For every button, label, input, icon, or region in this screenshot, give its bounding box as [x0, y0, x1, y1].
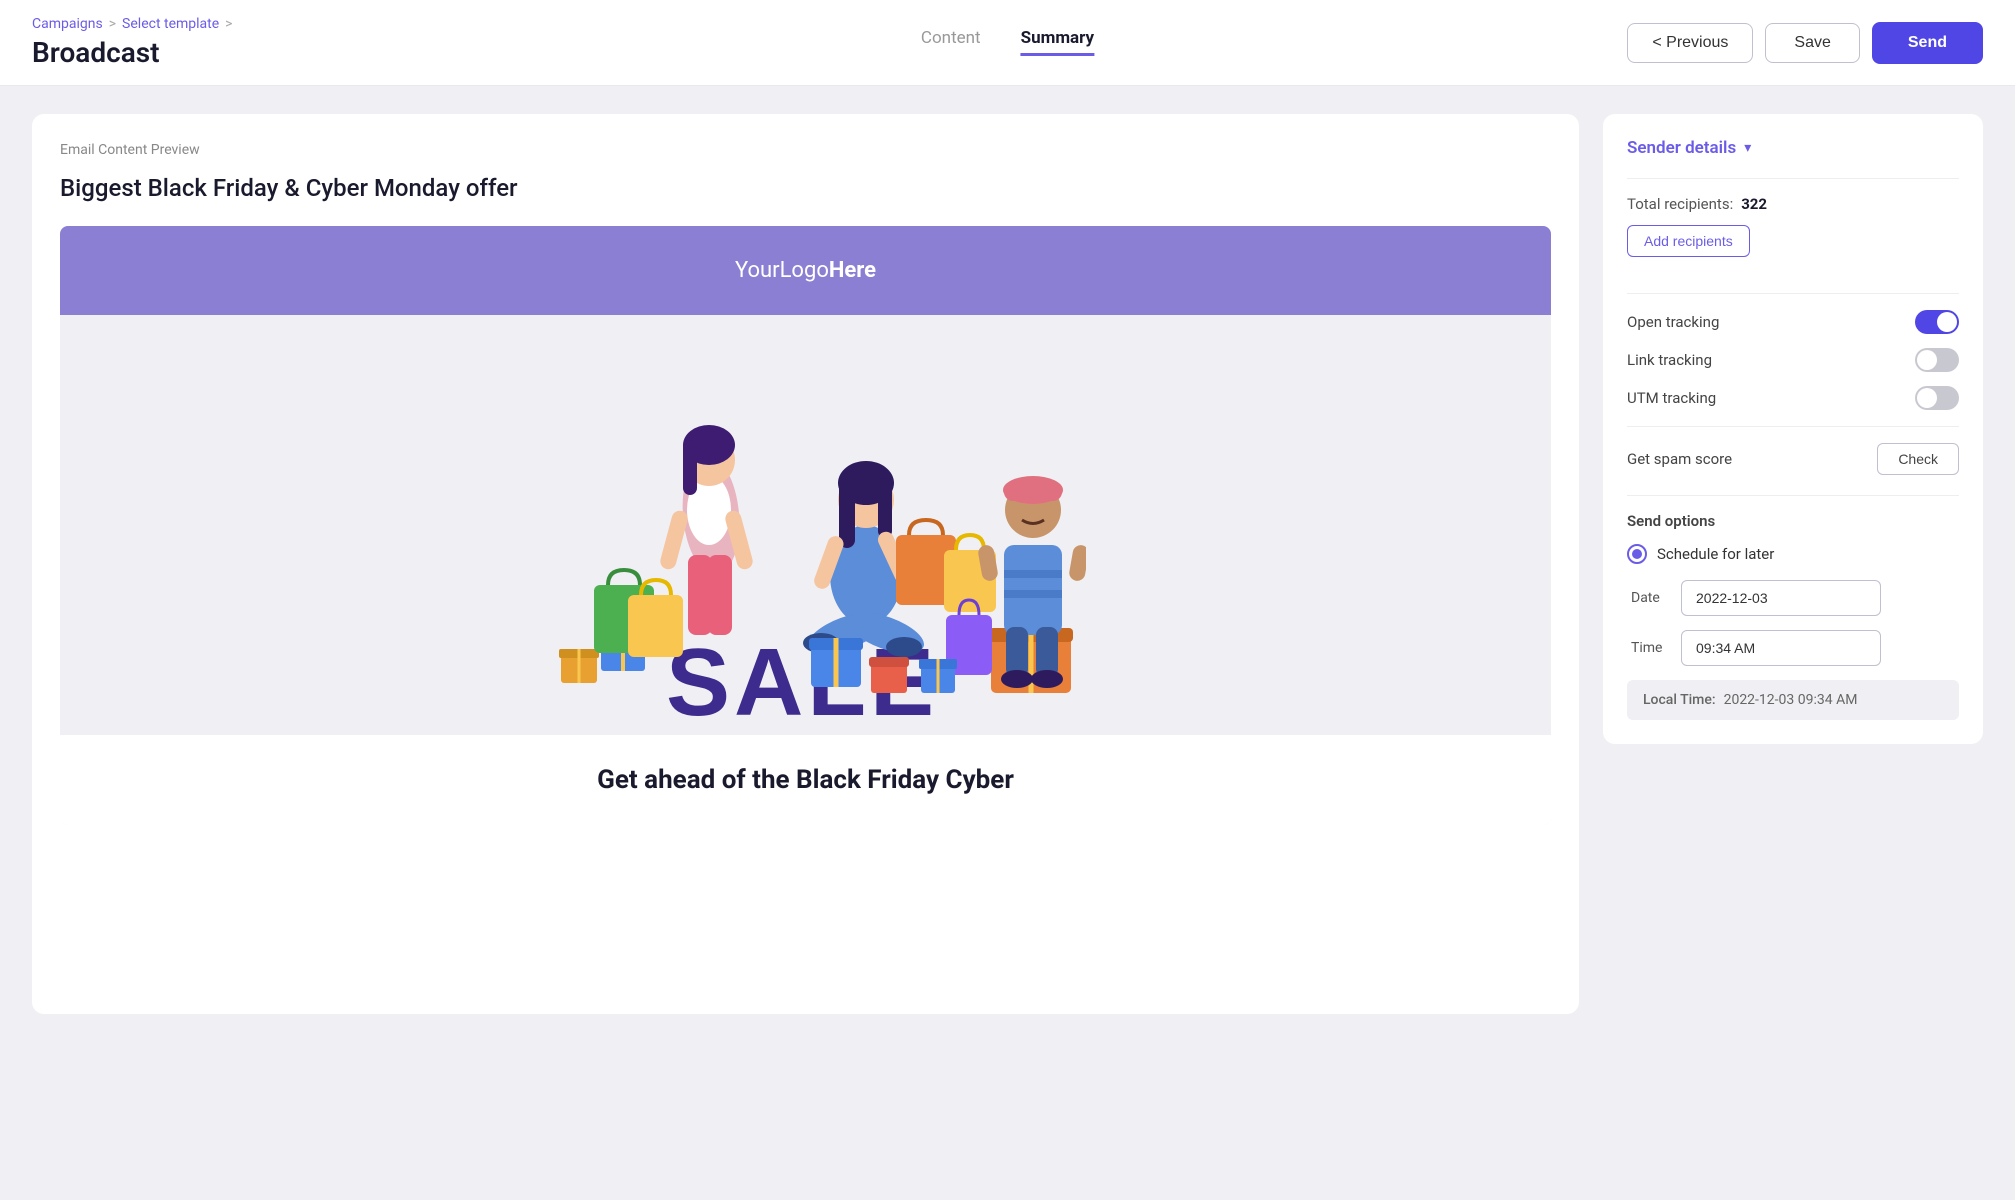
link-tracking-label: Link tracking [1627, 351, 1712, 369]
time-row: Time [1627, 630, 1959, 666]
logo-text: YourLogoHere [735, 258, 876, 283]
link-tracking-toggle[interactable] [1915, 348, 1959, 372]
date-input[interactable] [1681, 580, 1881, 616]
email-bottom-text: Get ahead of the Black Friday Cyber [60, 735, 1551, 825]
date-label: Date [1631, 590, 1669, 606]
schedule-radio[interactable] [1627, 544, 1647, 564]
sale-illustration: SALE [60, 315, 1551, 735]
spam-section: Get spam score Check [1627, 443, 1959, 475]
tracking-section: Open tracking Link tracking UTM tracking [1627, 310, 1959, 410]
open-tracking-toggle[interactable] [1915, 310, 1959, 334]
logo-normal: YourLogo [735, 258, 829, 283]
chevron-down-icon[interactable]: ▾ [1744, 140, 1751, 156]
header-left: Campaigns > Select template > Broadcast [32, 16, 233, 69]
email-subject: Biggest Black Friday & Cyber Monday offe… [60, 174, 1551, 202]
time-input[interactable] [1681, 630, 1881, 666]
tab-content[interactable]: Content [921, 30, 981, 56]
schedule-label: Schedule for later [1657, 545, 1774, 563]
tracking-row-utm: UTM tracking [1627, 386, 1959, 410]
sale-svg: SALE [526, 315, 1086, 735]
sender-details-section: Sender details ▾ Total recipients: 322 A… [1603, 114, 1983, 744]
total-recipients-label: Total recipients: [1627, 195, 1733, 213]
tracking-row-open: Open tracking [1627, 310, 1959, 334]
tab-summary[interactable]: Summary [1021, 30, 1094, 56]
logo-bold: Here [829, 258, 876, 283]
save-button[interactable]: Save [1765, 23, 1859, 63]
sender-details-title: Sender details [1627, 138, 1736, 158]
utm-tracking-toggle[interactable] [1915, 386, 1959, 410]
breadcrumb-sep1: > [109, 16, 116, 32]
email-preview-panel: Email Content Preview Biggest Black Frid… [32, 114, 1579, 1014]
spam-score-label: Get spam score [1627, 450, 1732, 468]
breadcrumb-sep2: > [225, 16, 232, 32]
page-header: Campaigns > Select template > Broadcast … [0, 0, 2015, 86]
main-content: Email Content Preview Biggest Black Frid… [0, 86, 2015, 1042]
breadcrumb-select-template[interactable]: Select template [122, 16, 219, 32]
local-time-label: Local Time: [1643, 692, 1716, 708]
sender-panel: Sender details ▾ Total recipients: 322 A… [1603, 114, 1983, 744]
utm-tracking-label: UTM tracking [1627, 389, 1716, 407]
recipients-row: Total recipients: 322 [1627, 195, 1959, 213]
open-tracking-label: Open tracking [1627, 313, 1719, 331]
send-options-label: Send options [1627, 512, 1959, 530]
email-bottom-title: Get ahead of the Black Friday Cyber [100, 765, 1511, 795]
breadcrumb-campaigns[interactable]: Campaigns [32, 16, 103, 32]
local-time-row: Local Time: 2022-12-03 09:34 AM [1627, 680, 1959, 720]
page-title: Broadcast [32, 36, 233, 69]
send-options-section: Send options Schedule for later Date Tim… [1627, 512, 1959, 720]
email-content-box: YourLogoHere SALE [60, 226, 1551, 825]
recipients-count: 322 [1741, 195, 1767, 213]
local-time-value: 2022-12-03 09:34 AM [1724, 692, 1858, 708]
check-button[interactable]: Check [1877, 443, 1959, 475]
divider-1 [1627, 178, 1959, 179]
divider-4 [1627, 495, 1959, 496]
tracking-row-link: Link tracking [1627, 348, 1959, 372]
header-actions: < Previous Save Send [1627, 22, 1983, 64]
previous-button[interactable]: < Previous [1627, 23, 1753, 63]
breadcrumb: Campaigns > Select template > [32, 16, 233, 32]
preview-label: Email Content Preview [60, 142, 1551, 158]
divider-3 [1627, 426, 1959, 427]
time-label: Time [1631, 640, 1669, 656]
sender-header: Sender details ▾ [1627, 138, 1959, 158]
add-recipients-button[interactable]: Add recipients [1627, 225, 1750, 257]
schedule-option[interactable]: Schedule for later [1627, 544, 1959, 564]
divider-2 [1627, 293, 1959, 294]
email-header-banner: YourLogoHere [60, 226, 1551, 315]
send-button[interactable]: Send [1872, 22, 1983, 64]
tab-bar: Content Summary [921, 30, 1094, 56]
date-row: Date [1627, 580, 1959, 616]
